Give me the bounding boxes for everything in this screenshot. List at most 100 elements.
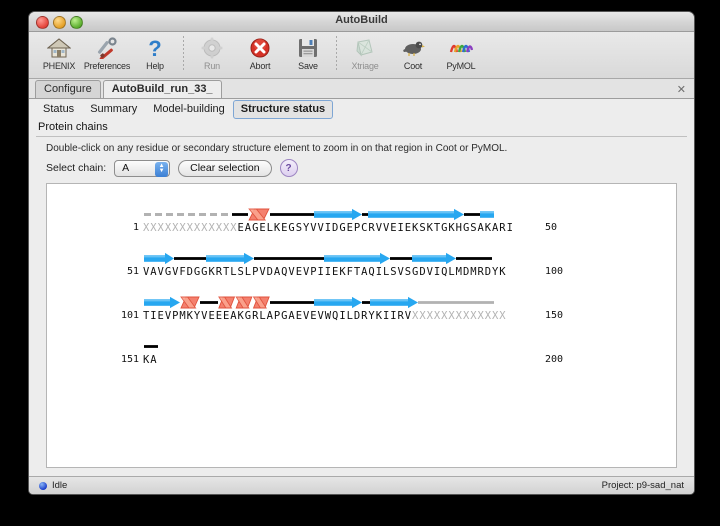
residue-start-number: 1 (132, 222, 139, 233)
autobuild-window: AutoBuild PHENIX Preferences ? Help Run … (28, 11, 695, 495)
toolbar-label: PHENIX (42, 61, 76, 71)
beta-strand-arrow (412, 252, 456, 265)
section-title: Protein chains (29, 119, 694, 136)
window-title: AutoBuild (335, 14, 388, 26)
close-icon[interactable]: ✕ (677, 85, 686, 96)
rainbow-helix-icon (449, 36, 473, 60)
residue-sequence[interactable]: KA (143, 354, 158, 366)
stop-x-icon (248, 36, 272, 60)
secondary-tab-bar: Status Summary Model-building Structure … (29, 99, 694, 119)
toolbar-label: Xtriage (351, 61, 379, 71)
residue-sequence[interactable]: TIEVPMKYVEEEAKGRLAPGAEVEVWQILDRYKIIRVXXX… (143, 310, 507, 322)
tab-autobuild-run[interactable]: AutoBuild_run_33_ (102, 80, 222, 98)
secondary-structure-track[interactable] (144, 296, 494, 309)
svg-text:?: ? (148, 37, 161, 59)
built-residues[interactable]: TIEVPMKYVEEEAKGRLAPGAEVEVWQILDRYKIIRV (143, 310, 412, 322)
toolbar-label: Run (204, 61, 220, 71)
residue-end-number: 100 (545, 266, 564, 277)
beta-strand-arrow (368, 208, 464, 221)
beta-strand-arrow (370, 296, 418, 309)
coil-segment (232, 213, 248, 216)
tab-structure-status[interactable]: Structure status (232, 99, 334, 119)
clear-selection-button[interactable]: Clear selection (178, 159, 272, 177)
toolbar-label: PyMOL (446, 61, 476, 71)
house-icon (47, 36, 71, 60)
main-toolbar: PHENIX Preferences ? Help Run Abort Save… (29, 32, 694, 79)
coil-segment (464, 213, 480, 216)
tab-summary[interactable]: Summary (82, 100, 145, 119)
chain-controls: Select chain: A ▲ ▼ Clear selection ? (36, 154, 687, 183)
residue-start-number: 51 (126, 266, 139, 277)
secondary-structure-track[interactable] (144, 208, 494, 221)
beta-strand-arrow (480, 211, 494, 218)
residue-sequence[interactable]: XXXXXXXXXXXXXEAGELKEGSYVVIDGEPCRVVEIEKSK… (143, 222, 514, 234)
sequence-canvas[interactable]: 1 XXXXXXXXXXXXXEAGELKEGSYVVIDGEPCRVVEIEKS… (46, 183, 677, 468)
tab-model-building[interactable]: Model-building (145, 100, 233, 119)
secondary-structure-track[interactable] (144, 252, 494, 265)
tab-status[interactable]: Status (35, 100, 82, 119)
sequence-row[interactable]: 151 KA 200 (47, 332, 676, 376)
sequence-row[interactable]: 1 XXXXXXXXXXXXXEAGELKEGSYVVIDGEPCRVVEIEKS… (47, 200, 676, 244)
coil-segment (270, 301, 314, 304)
window-titlebar: AutoBuild (29, 12, 694, 32)
sequence-row[interactable]: 101 TIEVPMKYVEEEAKGRLAPGAEVEVWQILDRYKIIRV… (47, 288, 676, 332)
beta-strand-arrow (144, 252, 174, 265)
status-text: Idle (52, 480, 68, 491)
instruction-text: Double-click on any residue or secondary… (46, 143, 508, 154)
toolbar-label: Abort (249, 61, 271, 71)
built-residues[interactable]: KA (143, 354, 158, 366)
toolbar-separator (336, 36, 337, 72)
crystal-icon (353, 36, 377, 60)
residue-end-number: 50 (545, 222, 558, 233)
residue-sequence[interactable]: VAVGVFDGGKRTLSLPVDAQVEVPIIEKFTAQILSVSGDV… (143, 266, 507, 278)
alpha-helix-coil (180, 296, 200, 309)
toolbar-button-coot[interactable]: Coot (389, 34, 437, 71)
tab-configure[interactable]: Configure (35, 80, 101, 98)
secondary-structure-track[interactable] (144, 340, 494, 353)
toolbar-label: Coot (403, 61, 423, 71)
unbuilt-residues[interactable]: XXXXXXXXXXXXX (412, 310, 507, 322)
chain-select-value: A (122, 162, 130, 174)
gear-icon (200, 36, 224, 60)
built-residues[interactable]: EAGELKEGSYVVIDGEPCRVVEIEKSKTGKHGSAKARI (238, 222, 514, 234)
coil-segment (456, 257, 492, 260)
status-indicator-icon (39, 481, 47, 490)
coil-segment (254, 257, 324, 260)
toolbar-button-run[interactable]: Run (188, 34, 236, 71)
primary-tab-bar: Configure AutoBuild_run_33_ ✕ (29, 79, 694, 99)
beta-strand-arrow (144, 296, 180, 309)
chain-select[interactable]: A ▲ ▼ (114, 159, 171, 177)
tools-icon (95, 36, 119, 60)
coil-segment (270, 213, 314, 216)
toolbar-button-abort[interactable]: Abort (236, 34, 284, 71)
status-bar: Idle Project: p9-sad_nat (29, 476, 694, 494)
beta-strand-arrow (314, 208, 362, 221)
floppy-disk-icon (296, 36, 320, 60)
coil-segment (200, 301, 218, 304)
coil-segment (144, 345, 158, 348)
coil-segment (390, 257, 412, 260)
alpha-helix-coil (218, 296, 270, 309)
sequence-row[interactable]: 51 VAVGVFDGGKRTLSLPVDAQVEVPIIEKFTAQILSVSG… (47, 244, 676, 288)
toolbar-button-xtriage[interactable]: Xtriage (341, 34, 389, 71)
beta-strand-arrow (324, 252, 390, 265)
residue-end-number: 200 (545, 354, 564, 365)
chevron-updown-icon: ▲ ▼ (155, 161, 169, 177)
residue-start-number: 151 (120, 354, 139, 365)
toolbar-button-help[interactable]: ? Help (131, 34, 179, 71)
toolbar-button-preferences[interactable]: Preferences (83, 34, 131, 71)
bird-icon (401, 36, 425, 60)
toolbar-button-pymol[interactable]: PyMOL (437, 34, 485, 71)
toolbar-button-save[interactable]: Save (284, 34, 332, 71)
unbuilt-residues[interactable]: XXXXXXXXXXXXX (143, 222, 238, 234)
beta-strand-arrow (206, 252, 254, 265)
coil-segment (362, 213, 368, 216)
protein-chains-panel: Double-click on any residue or secondary… (36, 136, 687, 489)
select-chain-label: Select chain: (46, 162, 107, 174)
coil-segment (362, 301, 370, 304)
toolbar-label: Preferences (83, 61, 131, 71)
help-icon[interactable]: ? (279, 159, 298, 177)
coil-segment (174, 257, 206, 260)
built-residues[interactable]: VAVGVFDGGKRTLSLPVDAQVEVPIIEKFTAQILSVSGDV… (143, 266, 507, 278)
toolbar-button-phenix[interactable]: PHENIX (35, 34, 83, 71)
